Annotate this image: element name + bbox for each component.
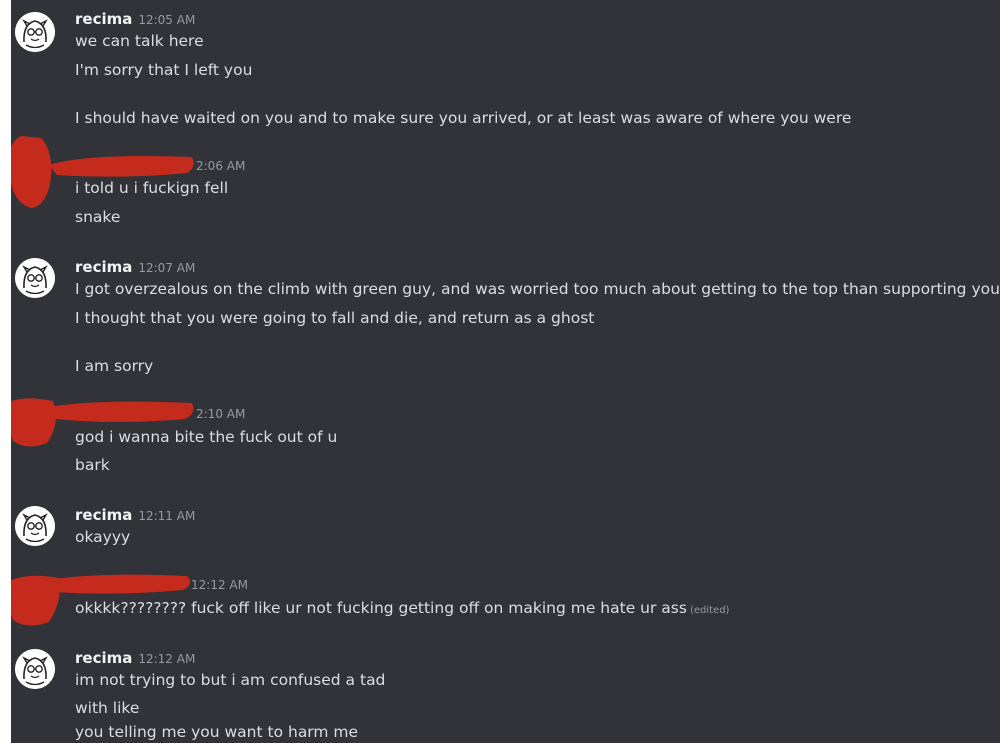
timestamp[interactable]: 12:05 AM [138,13,195,27]
timestamp[interactable]: 12:12 AM [191,578,248,592]
username[interactable]: recima [75,10,132,28]
username[interactable]: recima [75,506,132,524]
timestamp[interactable]: 2:06 AM [196,159,245,173]
message-text: you telling me you want to harm me [75,723,359,741]
message-text: okayyy [75,528,131,546]
user-avatar-icon[interactable] [15,12,55,52]
message-text: okkkk???????? fuck off like ur not fucki… [75,598,729,621]
message-text: I got overzealous on the climb with gree… [75,280,1000,298]
username[interactable]: recima [75,258,132,276]
message-body: okkkk???????? fuck off like ur not fucki… [75,599,687,617]
user-avatar-icon[interactable] [15,258,55,298]
message-text: snake [75,208,121,226]
timestamp[interactable]: 12:11 AM [138,509,195,523]
message-text: I should have waited on you and to make … [75,109,852,127]
message-header: recima 12:12 AM [75,648,195,667]
message-text: I am sorry [75,357,154,375]
username[interactable]: recima [75,649,132,667]
message-text: we can talk here [75,32,204,50]
message-text: god i wanna bite the fuck out of u [75,428,338,446]
timestamp[interactable]: 12:12 AM [138,652,195,666]
timestamp[interactable]: 12:07 AM [138,261,195,275]
message-header: recima 12:07 AM [75,257,195,276]
message-text: with like [75,699,140,717]
message-text: I thought that you were going to fall an… [75,309,595,327]
message-header: recima 12:05 AM [75,9,195,28]
redacted-username [49,401,194,422]
user-avatar-icon[interactable] [15,649,55,689]
timestamp[interactable]: 2:10 AM [196,407,245,421]
redacted-username [49,574,191,594]
message-text: I'm sorry that I left you [75,61,253,79]
redacted-username [49,156,194,177]
message-text: i told u i fuckign fell [75,179,229,197]
user-avatar-icon[interactable] [15,506,55,546]
message-text: bark [75,456,110,474]
edited-label: (edited) [689,605,730,616]
message-header: recima 12:11 AM [75,505,195,524]
message-text: im not trying to but i am confused a tad [75,671,386,689]
chat-message-list: recima 12:05 AM we can talk here I'm sorr… [11,0,1000,743]
